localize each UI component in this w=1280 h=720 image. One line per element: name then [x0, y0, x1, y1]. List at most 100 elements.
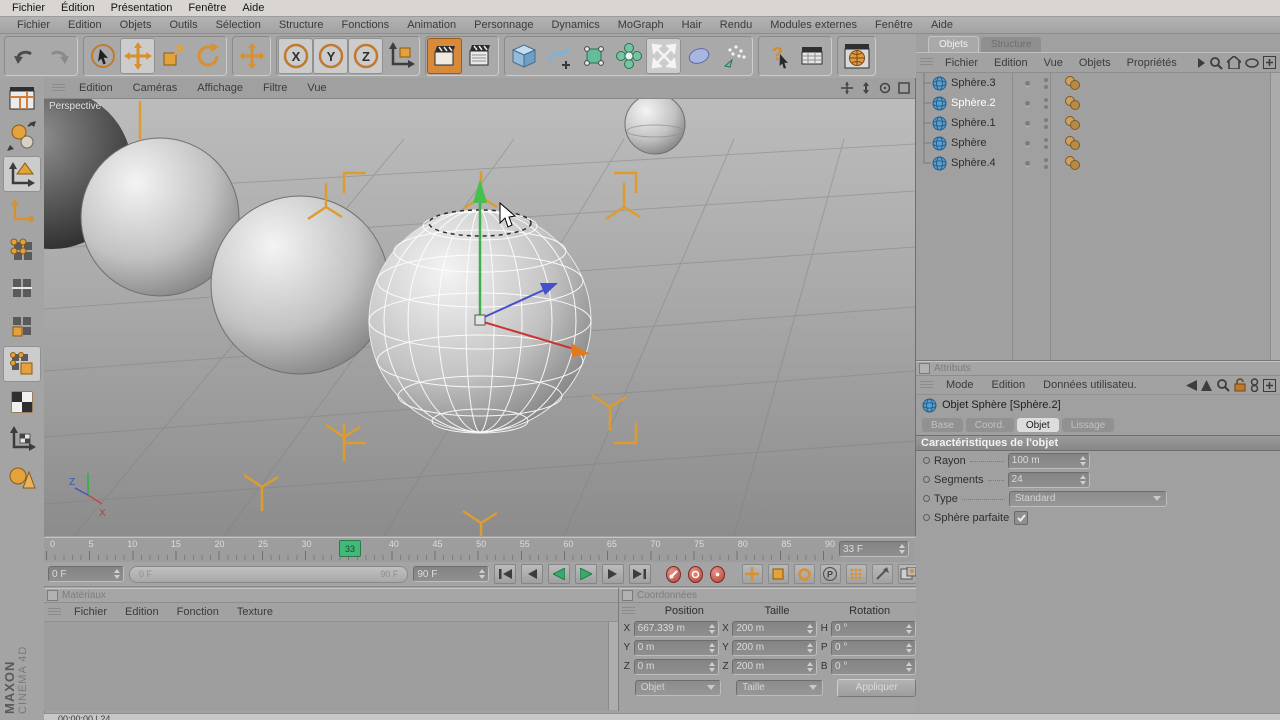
pos-y-field[interactable]: 0 m	[634, 640, 719, 656]
enable-dot[interactable]	[1025, 141, 1030, 146]
menu-fonctions[interactable]: Fonctions	[332, 19, 398, 31]
search-icon[interactable]	[1209, 56, 1223, 70]
coordinates-title-bar[interactable]: Coordonnées	[619, 588, 916, 603]
om-menu-objets[interactable]: Objets	[1071, 57, 1119, 69]
winmenu-fenetre[interactable]: Fenêtre	[180, 2, 234, 14]
menu-structure[interactable]: Structure	[270, 19, 333, 31]
menu-animation[interactable]: Animation	[398, 19, 465, 31]
previous-frame-button[interactable]	[521, 564, 543, 584]
menu-dynamics[interactable]: Dynamics	[542, 19, 608, 31]
coord-mode-dropdown[interactable]: Objet	[635, 680, 722, 696]
mat-menu-fonction[interactable]: Fonction	[168, 606, 228, 618]
history-back-icon[interactable]	[1186, 380, 1197, 391]
attributes-title-bar[interactable]: Attributs	[916, 361, 1280, 376]
points-mode-button[interactable]	[3, 232, 41, 268]
key-parameter-button[interactable]: P	[820, 564, 841, 584]
mat-menu-edition[interactable]: Edition	[116, 606, 168, 618]
key-scale-button[interactable]	[768, 564, 789, 584]
start-frame-stepper[interactable]	[114, 569, 120, 579]
sphere-2[interactable]	[211, 196, 389, 374]
attr-menu-mode[interactable]: Mode	[937, 379, 983, 391]
end-frame-stepper[interactable]	[479, 569, 485, 579]
enable-dot[interactable]	[1025, 161, 1030, 166]
menu-rendu[interactable]: Rendu	[711, 19, 761, 31]
texture-axis-mode-button[interactable]	[3, 384, 41, 420]
object-properties-section[interactable]: Caractéristiques de l'objet	[916, 435, 1280, 451]
object-row[interactable]: Sphère.3	[916, 73, 1280, 93]
redo-button[interactable]	[41, 38, 76, 74]
object-name[interactable]: Sphère	[951, 137, 1013, 149]
sphere-small[interactable]	[625, 99, 685, 154]
scale-tool-button[interactable]	[155, 38, 190, 74]
workplane-mode-button[interactable]	[3, 422, 41, 458]
y-axis-lock-button[interactable]: Y	[313, 38, 348, 74]
sphere-object-icon[interactable]	[932, 156, 947, 171]
dynamics-tag-icon[interactable]	[1064, 155, 1082, 171]
drag-handle-icon[interactable]	[622, 607, 635, 616]
zoom-view-icon[interactable]	[858, 81, 874, 95]
rot-p-field[interactable]: 0 °	[831, 640, 916, 656]
add-tab-icon[interactable]	[1263, 379, 1276, 392]
key-rotation-button[interactable]	[794, 564, 815, 584]
stepper[interactable]	[1080, 475, 1086, 485]
tab-objet[interactable]: Objet	[1017, 418, 1059, 432]
stepper[interactable]	[906, 643, 912, 653]
visibility-dots[interactable]	[1044, 78, 1048, 89]
winmenu-presentation[interactable]: Présentation	[103, 2, 181, 14]
menu-aide[interactable]: Aide	[922, 19, 962, 31]
keyframe-selection-button[interactable]	[710, 566, 725, 583]
dynamics-tag-icon[interactable]	[1064, 95, 1082, 111]
add-layer-icon[interactable]	[1263, 56, 1276, 69]
dynamics-tag-icon[interactable]	[1064, 115, 1082, 131]
perfect-sphere-checkbox[interactable]	[1014, 511, 1028, 525]
stepper[interactable]	[906, 662, 912, 672]
materials-title-bar[interactable]: Matériaux	[44, 588, 618, 603]
object-name[interactable]: Sphère.1	[951, 117, 1013, 129]
menu-overflow-icon[interactable]	[1197, 58, 1205, 68]
visibility-dots[interactable]	[1044, 118, 1048, 129]
move-tool-button[interactable]	[120, 38, 155, 74]
tab-lissage[interactable]: Lissage	[1062, 418, 1114, 432]
visibility-dots[interactable]	[1044, 158, 1048, 169]
menu-objets[interactable]: Objets	[111, 19, 161, 31]
undo-button[interactable]	[6, 38, 41, 74]
winmenu-aide[interactable]: Aide	[234, 2, 272, 14]
add-cube-button[interactable]	[506, 38, 541, 74]
vp-menu-vue[interactable]: Vue	[297, 82, 336, 94]
sphere-object-icon[interactable]	[932, 136, 947, 151]
size-x-field[interactable]: 200 m	[732, 621, 817, 637]
playhead[interactable]: 33	[339, 540, 361, 557]
enable-dot[interactable]	[1025, 101, 1030, 106]
type-dropdown[interactable]: Standard	[1009, 491, 1167, 507]
add-spline-button[interactable]	[541, 38, 576, 74]
object-name[interactable]: Sphère.4	[951, 157, 1013, 169]
goto-end-button[interactable]	[629, 564, 651, 584]
rotate-view-icon[interactable]	[877, 81, 893, 95]
snapshot-icon[interactable]	[1250, 378, 1259, 392]
end-frame-field[interactable]: 90 F	[413, 566, 489, 582]
enable-dot[interactable]	[1025, 121, 1030, 126]
segments-field[interactable]: 24	[1008, 472, 1090, 488]
size-z-field[interactable]: 200 m	[732, 659, 817, 675]
toggle-view-icon[interactable]	[896, 81, 912, 95]
stepper[interactable]	[807, 624, 813, 634]
menu-hair[interactable]: Hair	[673, 19, 711, 31]
menu-edition[interactable]: Edition	[59, 19, 111, 31]
add-null-button[interactable]	[576, 38, 611, 74]
next-frame-button[interactable]	[602, 564, 624, 584]
apply-button[interactable]: Appliquer	[837, 679, 916, 697]
sphere-object-icon[interactable]	[932, 116, 947, 131]
vp-menu-edition[interactable]: Edition	[69, 82, 123, 94]
stepper[interactable]	[807, 643, 813, 653]
object-library-button[interactable]	[3, 460, 41, 496]
texture-mode-button[interactable]	[3, 346, 41, 382]
layout-button[interactable]	[3, 80, 41, 116]
record-keyframe-button[interactable]	[666, 566, 681, 583]
make-editable-button[interactable]	[3, 118, 41, 154]
menu-outils[interactable]: Outils	[160, 19, 206, 31]
winmenu-edition[interactable]: Édition	[53, 2, 103, 14]
lock-icon[interactable]	[1234, 378, 1246, 392]
render-picture-viewer-button[interactable]	[462, 38, 497, 74]
drag-handle-icon[interactable]	[52, 84, 65, 93]
view-label[interactable]: Perspective	[49, 101, 101, 112]
